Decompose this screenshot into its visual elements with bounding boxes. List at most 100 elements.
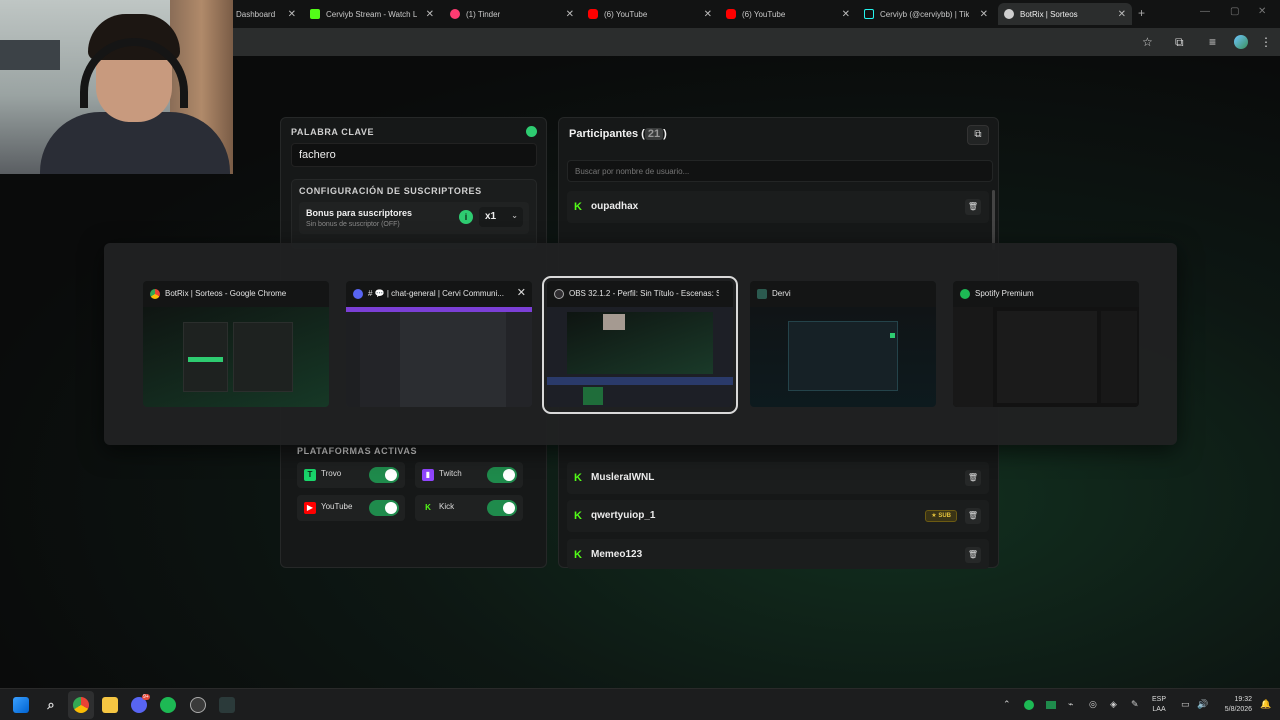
youtube-favicon-icon	[588, 9, 598, 19]
switcher-window-obs[interactable]: OBS 32.1.2 - Perfil: Sin Título - Escena…	[542, 276, 738, 414]
participant-search-input[interactable]	[567, 160, 993, 182]
discord-badge: 9+	[142, 694, 150, 700]
spotify-tray-icon[interactable]	[1024, 700, 1034, 710]
window-header: OBS 32.1.2 - Perfil: Sin Título - Escena…	[547, 281, 733, 307]
minimize-icon[interactable]: —	[1200, 6, 1210, 17]
new-tab-icon[interactable]: +	[1138, 6, 1145, 20]
tab-close-icon[interactable]: ✕	[704, 9, 712, 20]
trash-icon[interactable]: 🗑	[965, 508, 981, 524]
copy-icon[interactable]: ⧉	[967, 125, 989, 145]
info-icon[interactable]: i	[459, 210, 473, 224]
tab-close-icon[interactable]: ✕	[842, 9, 850, 20]
youtube-toggle[interactable]	[369, 500, 399, 516]
dervi-icon	[757, 289, 767, 299]
close-window-icon[interactable]: ✕	[1258, 6, 1266, 17]
chrome-icon[interactable]	[73, 697, 89, 713]
network-icon[interactable]: ▭	[1181, 699, 1190, 710]
participants-scrollbar[interactable]	[992, 190, 995, 250]
tab-dashboard[interactable]: Dashboard ✕	[230, 3, 302, 25]
platform-youtube: ▶ YouTube	[297, 495, 405, 521]
maximize-icon[interactable]: ▢	[1230, 6, 1239, 17]
tiktok-favicon-icon	[864, 9, 874, 19]
subscriber-bonus-row: Bonus para suscriptores Sin bonus de sus…	[299, 202, 529, 234]
participant-name: qwertyuiop_1	[591, 510, 656, 521]
language-code: ESP	[1152, 696, 1167, 703]
task-switcher: BotRix | Sorteos - Google Chrome # 💬 | c…	[104, 243, 1177, 445]
trovo-toggle[interactable]	[369, 467, 399, 483]
switcher-window-spotify[interactable]: Spotify Premium	[953, 281, 1139, 409]
kick-icon: K	[574, 472, 582, 484]
trash-icon[interactable]: 🗑	[965, 470, 981, 486]
tray-discord-icon[interactable]: ◈	[1110, 699, 1117, 710]
tab-close-icon[interactable]: ✕	[1118, 9, 1126, 20]
search-icon[interactable]: ⌕	[43, 697, 59, 713]
profile-avatar[interactable]	[1234, 35, 1248, 49]
kick-icon: K	[574, 201, 582, 213]
keyword-input[interactable]	[291, 143, 537, 167]
clock-date: 5/8/2026	[1224, 706, 1252, 713]
twitch-icon: ▮	[422, 469, 434, 481]
windows-taskbar: ⌕ 9+ ⌃ ⌁ ◎ ◈ ✎ ESP LAA ▭ 🔊 19:32 5/8/202…	[0, 688, 1280, 720]
bonus-description: Sin bonus de suscriptor (OFF)	[306, 221, 400, 228]
menu-kebab-icon[interactable]: ⋮	[1260, 35, 1272, 49]
tinder-favicon-icon	[450, 9, 460, 19]
clock-time: 19:32	[1234, 696, 1252, 703]
twitch-toggle[interactable]	[487, 467, 517, 483]
media-controls-icon[interactable]: ≡	[1209, 35, 1216, 49]
tray-app-icon[interactable]	[1046, 701, 1056, 709]
trash-icon[interactable]: 🗑	[965, 199, 981, 215]
dervi-icon[interactable]	[219, 697, 235, 713]
kick-icon: K	[574, 549, 582, 561]
window-title: # 💬 | chat-general | Cervi Communi...	[368, 289, 504, 298]
tab-kick-stream[interactable]: Cerviyb Stream - Watch L ✕	[304, 3, 440, 25]
extensions-icon[interactable]: ⧉	[1175, 35, 1184, 50]
tab-tiktok[interactable]: Cerviyb (@cerviybb) | Tik ✕	[858, 3, 994, 25]
tab-close-icon[interactable]: ✕	[426, 9, 434, 20]
windows-start-icon[interactable]	[13, 697, 29, 713]
tab-title: BotRix | Sorteos	[1020, 9, 1078, 19]
clock[interactable]: 19:32 5/8/2026	[1214, 695, 1252, 715]
participant-row: K Memeo123 🗑	[567, 539, 989, 569]
tab-tinder[interactable]: (1) Tinder ✕	[444, 3, 580, 25]
keyword-label: PALABRA CLAVE	[291, 127, 375, 137]
close-icon[interactable]: ✕	[517, 286, 526, 299]
switcher-window-dervi[interactable]: Dervi	[750, 281, 936, 409]
trash-icon[interactable]: 🗑	[965, 547, 981, 563]
window-thumbnail	[750, 307, 936, 407]
toggle-knob	[385, 502, 397, 514]
chevron-up-icon[interactable]: ⌃	[1003, 699, 1011, 710]
tab-youtube-1[interactable]: (6) YouTube ✕	[582, 3, 718, 25]
participant-name: Memeo123	[591, 549, 643, 560]
multiplier-value: x1	[485, 211, 497, 222]
tab-youtube-2[interactable]: (6) YouTube ✕	[720, 3, 856, 25]
language-indicator[interactable]: ESP LAA	[1152, 695, 1166, 715]
tab-close-icon[interactable]: ✕	[980, 9, 988, 20]
file-explorer-icon[interactable]	[102, 697, 118, 713]
multiplier-select[interactable]: x1 ⌄	[479, 207, 523, 227]
spotify-icon	[960, 289, 970, 299]
participant-name: oupadhax	[591, 201, 639, 212]
tab-title: Cerviyb (@cerviybb) | Tik	[880, 9, 970, 19]
chevron-down-icon: ⌄	[511, 211, 518, 220]
switcher-window-discord[interactable]: # 💬 | chat-general | Cervi Communi... ✕	[346, 281, 532, 409]
notifications-icon[interactable]: 🔔	[1260, 699, 1271, 710]
tab-close-icon[interactable]: ✕	[566, 9, 574, 20]
chrome-icon	[150, 289, 160, 299]
window-title: Dervi	[772, 289, 791, 298]
spotify-icon[interactable]	[160, 697, 176, 713]
bookmark-star-icon[interactable]: ☆	[1142, 35, 1153, 49]
tray-obs-icon[interactable]: ◎	[1089, 699, 1097, 710]
obs-icon[interactable]	[190, 697, 206, 713]
volume-icon[interactable]: 🔊	[1197, 699, 1208, 710]
switcher-window-chrome[interactable]: BotRix | Sorteos - Google Chrome	[143, 281, 329, 409]
tab-title: (6) YouTube	[604, 9, 648, 19]
keyword-status-dot	[526, 126, 537, 137]
kick-toggle[interactable]	[487, 500, 517, 516]
toggle-knob	[385, 469, 397, 481]
usb-icon[interactable]: ⌁	[1068, 699, 1073, 710]
pen-icon[interactable]: ✎	[1131, 699, 1139, 710]
tab-botrix-active[interactable]: BotRix | Sorteos ✕	[998, 3, 1132, 25]
platform-trovo: T Trovo	[297, 462, 405, 488]
tab-close-icon[interactable]: ✕	[288, 9, 296, 20]
webcam-overlay	[0, 0, 233, 174]
